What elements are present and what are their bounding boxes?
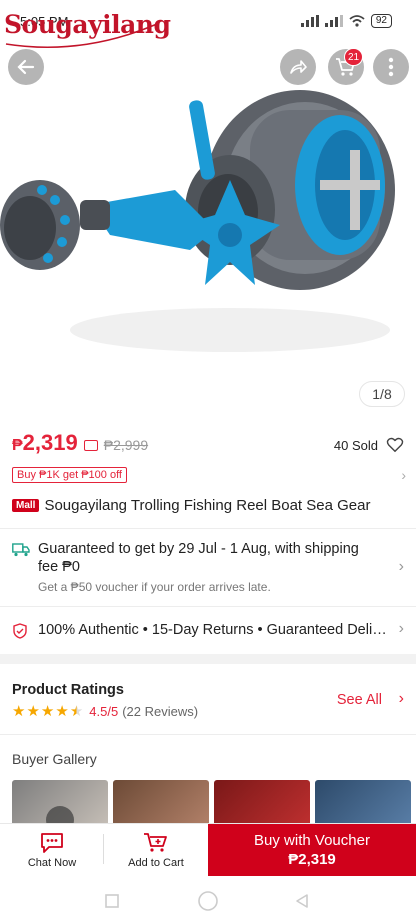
product-image-carousel[interactable]: 5:05 PM 92 Sougayilang 21 1/8 [0,0,416,416]
see-all-ratings-link[interactable]: See All [337,692,382,708]
add-to-cart-label: Add to Cart [128,856,184,869]
section-separator [0,654,416,664]
star-icon: ★ [26,703,40,720]
truck-icon [12,543,30,557]
arrow-left-icon [17,59,35,75]
product-title-row: Mall Sougayilang Trolling Fishing Reel B… [12,497,370,514]
half-star-icon: ★ [69,703,84,720]
recents-icon[interactable] [104,893,120,909]
chat-now-button[interactable]: Chat Now [0,824,104,876]
rating-score: 4.5/5 [89,703,119,719]
buyer-gallery-title: Buyer Gallery [12,751,97,767]
review-count: (22 Reviews) [122,703,199,719]
coin-icon [83,440,98,451]
bottom-action-bar: Chat Now Add to Cart Buy with Voucher ₱2… [0,823,416,876]
rating-summary: ★ ★ ★ ★ ★ 4.5/5 (22 Reviews) [12,702,198,720]
brand-logo: Sougayilang [2,4,171,50]
price-row: ₱2,319 ₱2,999 [12,430,148,456]
buy-with-voucher-button[interactable]: Buy with Voucher ₱2,319 [208,824,416,876]
mall-badge: Mall [12,499,40,512]
divider [0,528,416,529]
original-price: ₱2,999 [103,437,149,453]
chevron-right-icon[interactable]: › [399,690,404,708]
star-icon: ★ [12,703,26,720]
share-button[interactable] [280,49,316,85]
signal-icon [300,15,319,27]
divider [0,734,416,735]
image-counter: 1/8 [359,381,405,407]
battery-indicator: 92 [370,14,392,28]
back-button[interactable] [8,49,44,85]
product-title: Sougayilang Trolling Fishing Reel Boat S… [44,497,371,514]
promo-tag[interactable]: Buy ₱1K get ₱100 off [12,467,127,483]
shield-check-icon [13,623,27,639]
cart-count-badge: 21 [344,48,364,66]
buy-with-voucher-label: Buy with Voucher [254,832,370,849]
guarantee-text: 100% Authentic • 15-Day Returns • Guaran… [38,622,388,638]
back-nav-icon[interactable] [294,893,310,909]
chevron-right-icon: › [398,620,404,637]
chat-icon [41,832,63,853]
chevron-right-icon: › [398,558,404,575]
add-to-cart-button[interactable]: Add to Cart [104,824,208,876]
divider [0,606,416,607]
shipping-guarantee: Guaranteed to get by 29 Jul - 1 Aug, wit… [38,541,359,575]
signal-icon [324,15,343,27]
more-options-button[interactable] [373,49,409,85]
wifi-icon [349,15,365,27]
status-icons: 92 [300,14,392,28]
more-vertical-icon [388,57,394,77]
home-icon[interactable] [197,890,219,912]
ratings-title: Product Ratings [12,682,124,698]
system-nav-bar [0,876,416,924]
share-icon [290,60,307,74]
heart-icon[interactable] [386,436,404,454]
chevron-right-icon[interactable]: › [401,467,406,483]
sold-count: 40 Sold [333,438,378,453]
star-icon: ★ [40,703,55,720]
chat-now-label: Chat Now [27,856,77,869]
star-icon: ★ [55,703,69,720]
late-voucher-note: Get a ₱50 voucher if your order arrives … [38,580,271,594]
buy-price: ₱2,319 [288,851,336,868]
current-price: ₱2,319 [12,430,78,455]
add-cart-icon [144,832,167,852]
